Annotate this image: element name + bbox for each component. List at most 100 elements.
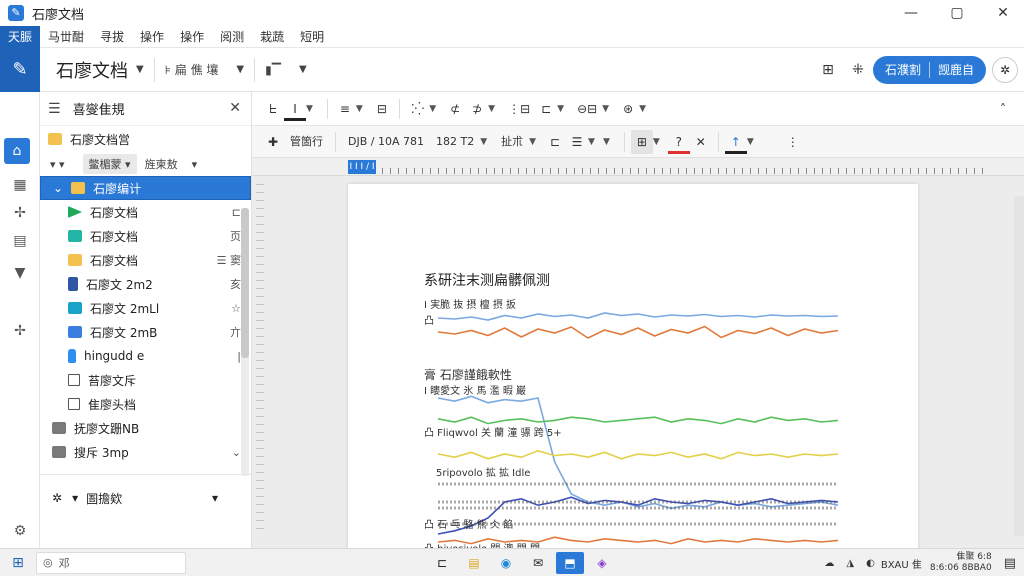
filter-chip-2[interactable]: 旌柬敖 ▾: [145, 156, 198, 172]
align-chevron-icon[interactable]: ▼: [356, 104, 363, 114]
font-color-icon[interactable]: ↑: [724, 130, 747, 154]
clear-format-icon[interactable]: ✕: [690, 130, 712, 154]
settings-gear-icon[interactable]: ⚙: [0, 518, 40, 544]
sidebar-close-icon[interactable]: ✕: [229, 100, 241, 116]
grid-chevron-icon[interactable]: ▼: [653, 137, 660, 147]
filter-icon[interactable]: ▼: [0, 260, 40, 286]
start-windows-icon[interactable]: ⊞: [0, 555, 36, 571]
indent-icon[interactable]: ⊄: [444, 97, 466, 121]
notification-icon[interactable]: ▤: [1004, 556, 1016, 571]
explorer-icon[interactable]: ▤: [460, 552, 488, 574]
ruler-marker[interactable]: I I I / I: [348, 160, 376, 174]
clock[interactable]: 隹聚 6:8 8:6:06 8BBA0: [930, 552, 992, 574]
tree-item[interactable]: 石廖文档 ⊏: [40, 200, 251, 224]
tree-item[interactable]: 石廖文 2m2 亥: [40, 272, 251, 296]
menu-item-3[interactable]: 寻拔: [92, 26, 132, 48]
document-scrollbar[interactable]: [1014, 196, 1024, 536]
home-icon[interactable]: ⌂: [4, 138, 30, 164]
size-chevron-icon[interactable]: ▼: [480, 137, 487, 147]
list-style-chevron-icon[interactable]: ▼: [588, 137, 595, 147]
font-size-select[interactable]: 182 T2: [430, 131, 480, 153]
title-chevron-down-icon[interactable]: ▼: [136, 64, 144, 75]
menu-item-7[interactable]: 栽蔬: [252, 26, 292, 48]
paragraph-icon[interactable]: ⊏: [544, 130, 566, 154]
up-arrow-icon[interactable]: ✚: [262, 130, 284, 154]
more-options-icon[interactable]: ⋮: [782, 130, 804, 154]
tree-item[interactable]: 苔廖文斥: [40, 368, 251, 392]
menu-item-4[interactable]: 操作: [132, 26, 172, 48]
align-icon[interactable]: ≡: [334, 97, 356, 121]
document-page[interactable]: 系研注末测扁髒佩测 I 実脆 抜 摂 檀 摂 扳 凸 膏 石廖謹餓軟性 I 瞜愛…: [348, 184, 918, 556]
collapse-chevron-icon[interactable]: ▾ ▾: [50, 158, 65, 171]
tree-item[interactable]: 抚廖文跚NB: [40, 416, 251, 440]
document-title[interactable]: 石廖文档: [56, 57, 128, 83]
app-icon[interactable]: ◈: [588, 552, 616, 574]
outdent-icon[interactable]: ⊅: [466, 97, 488, 121]
collapse-ribbon-icon[interactable]: ˄: [992, 97, 1014, 121]
columns-icon[interactable]: ⊏: [535, 97, 557, 121]
list-icon[interactable]: ▤: [0, 228, 40, 254]
taskbar-search[interactable]: ◎ 邓: [36, 551, 186, 574]
menu-item-5[interactable]: 操作: [172, 26, 212, 48]
columns-chevron-icon[interactable]: ▼: [557, 104, 564, 114]
mail-icon[interactable]: ✉: [524, 552, 552, 574]
sidebar-root[interactable]: 石廖文档営: [40, 126, 251, 152]
menu-item-2[interactable]: 马丗酣: [40, 26, 92, 48]
add-icon[interactable]: ✢: [0, 318, 40, 344]
comment-icon[interactable]: ⊛: [617, 97, 639, 121]
bold-icon[interactable]: ᖶ: [262, 97, 284, 121]
spacing-icon[interactable]: ⁚⁛: [406, 97, 429, 121]
highlight-icon[interactable]: ?: [667, 130, 690, 154]
tree-item[interactable]: 隹廖头档: [40, 392, 251, 416]
comment-chevron-icon[interactable]: ▼: [639, 104, 646, 114]
close-button[interactable]: ✕: [980, 0, 1024, 26]
tree-item[interactable]: 石廖文 2mLl ☆: [40, 296, 251, 320]
tree-item[interactable]: 石廖文 2mB 亣: [40, 320, 251, 344]
minimize-button[interactable]: —: [888, 0, 934, 26]
footer-chevron-down-icon[interactable]: ▾: [212, 491, 218, 505]
pill-left-button[interactable]: 石濮割: [877, 56, 929, 84]
move-icon[interactable]: ✢: [0, 200, 40, 226]
italic-icon[interactable]: I: [284, 97, 306, 121]
taskview-icon[interactable]: ⊏: [428, 552, 456, 574]
tree-item[interactable]: hingudd e |: [40, 344, 251, 368]
footer-item[interactable]: ✲ ▾ 圄擔欸 ▾: [40, 483, 252, 513]
expand-chevron-icon[interactable]: ⌄: [53, 181, 63, 195]
sparkle-icon[interactable]: ⁜: [845, 57, 871, 83]
menu-item-file[interactable]: 天脤: [0, 25, 41, 48]
toolbar-group-labels[interactable]: ⊧ 扁 僬 壤: [165, 61, 219, 78]
group-chevron-down-icon[interactable]: ▼: [236, 64, 244, 75]
pill-right-button[interactable]: 觊鹿自: [930, 56, 982, 84]
spacing-chevron-icon[interactable]: ▼: [429, 104, 436, 114]
spacing-select-chevron-icon[interactable]: ▼: [529, 137, 536, 147]
list-icon[interactable]: ⋮⊟: [503, 97, 535, 121]
browser-icon[interactable]: ◉: [492, 552, 520, 574]
edit-mode-button[interactable]: ✎: [0, 47, 40, 92]
tree-item[interactable]: ⌄ 石廖编计: [40, 176, 251, 200]
layout-chevron-down-icon[interactable]: ▼: [299, 64, 307, 75]
tree-item[interactable]: 搜斥 3mp ⌄: [40, 440, 251, 464]
outdent-chevron-icon[interactable]: ▼: [488, 104, 495, 114]
volume-icon[interactable]: ◐: [866, 558, 875, 569]
grid-icon[interactable]: ⊞: [815, 57, 841, 83]
tree-item[interactable]: 石廖文档 页: [40, 224, 251, 248]
table-chevron-icon[interactable]: ▼: [602, 104, 609, 114]
tree-item[interactable]: 石廖文档 ☰ 窦: [40, 248, 251, 272]
grid-view-icon[interactable]: ⊞: [630, 129, 653, 154]
spacing-select[interactable]: 扯朮: [495, 131, 529, 153]
menu-item-6[interactable]: 阅测: [212, 26, 252, 48]
maximize-button[interactable]: ▢: [934, 0, 980, 26]
font-color-chevron-icon[interactable]: ▼: [747, 137, 754, 147]
network-icon[interactable]: ◮: [846, 558, 854, 569]
sidebar-scrollbar[interactable]: [241, 208, 249, 476]
tray-label[interactable]: BXAU 隹: [881, 556, 922, 571]
box-icon[interactable]: ⊟: [371, 97, 393, 121]
image-icon[interactable]: ▦: [0, 172, 40, 198]
horizontal-ruler[interactable]: I I I / I: [252, 158, 1024, 176]
font-select[interactable]: DJB / 10A 781: [342, 131, 430, 153]
italic-chevron-icon[interactable]: ▼: [306, 104, 313, 114]
style-select[interactable]: 管箇行: [284, 131, 329, 153]
list-style-icon[interactable]: ☰: [566, 130, 588, 154]
cloud-icon[interactable]: ☁: [824, 558, 834, 569]
table-icon[interactable]: ⊖⊟: [572, 97, 602, 121]
